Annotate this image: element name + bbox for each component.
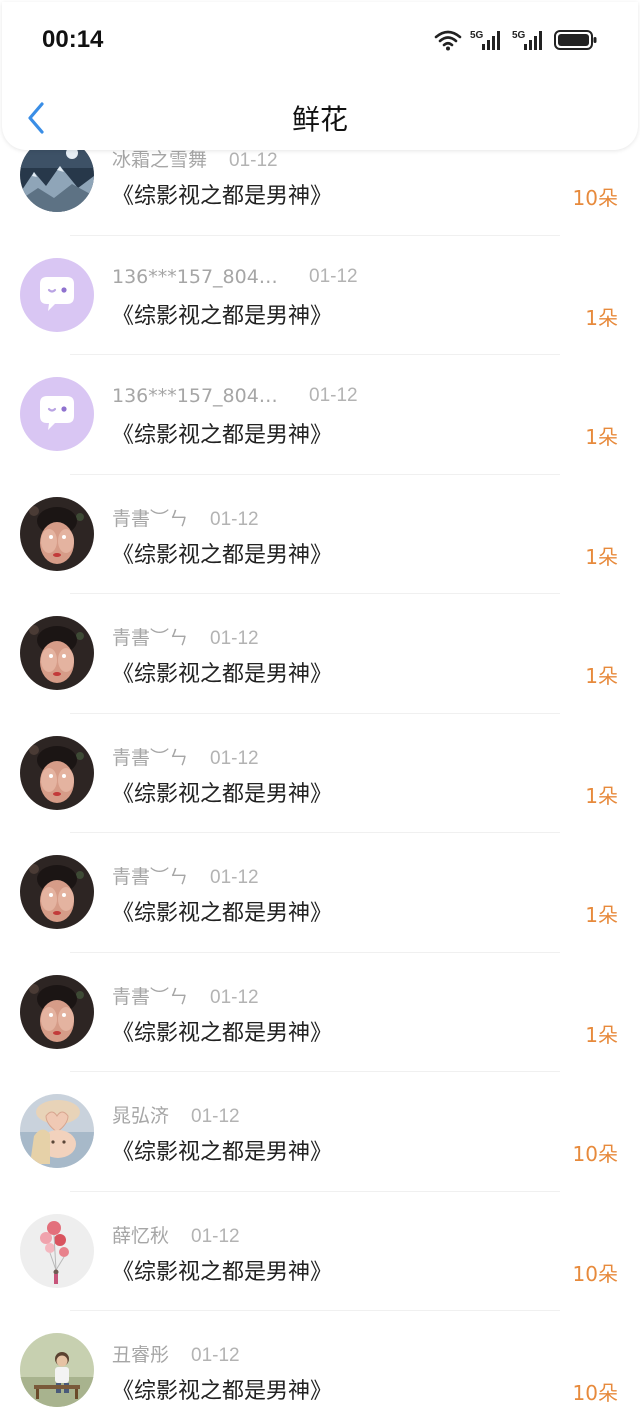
date: 01-12 [210, 867, 259, 888]
avatar[interactable] [20, 1333, 94, 1407]
username: 青書︶ㄣ [112, 985, 189, 1008]
username: 青書︶ㄣ [112, 627, 189, 649]
date: 01-12 [309, 385, 358, 406]
flower-count: 1朵 [585, 664, 618, 688]
item-meta: 青書︶ㄣ 01-12 [112, 862, 259, 889]
avatar[interactable] [20, 855, 94, 929]
date: 01-12 [210, 986, 259, 1008]
list-item[interactable]: 青書︶ㄣ 01-12 《综影视之都是男神》 1朵 [0, 953, 640, 1072]
avatar[interactable] [20, 377, 94, 451]
avatar[interactable] [20, 735, 94, 810]
item-meta: 青書︶ㄣ 01-12 [112, 623, 259, 650]
flower-count: 1朵 [585, 425, 618, 449]
book-title: 《综影视之都是男神》 [112, 662, 333, 687]
flower-gift-list[interactable]: 冰霜之雪舞 01-12 《综影视之都是男神》 10朵 136***157_8046… [0, 0, 640, 1421]
cellular-signal-icon: 5G [470, 30, 500, 50]
default-chat-avatar [20, 257, 94, 332]
balloons-avatar [20, 1213, 94, 1288]
list-item[interactable]: 136***157_8046... 01-12 《综影视之都是男神》 1朵 [0, 236, 640, 355]
date: 01-12 [210, 628, 259, 649]
list-item[interactable]: 136***157_8046... 01-12 《综影视之都是男神》 1朵 [0, 355, 640, 475]
book-title: 《综影视之都是男神》 [112, 1379, 333, 1404]
girl-covering-face-avatar [20, 496, 94, 571]
app-header: 00:14 5G 5G 鲜花 [2, 2, 638, 150]
flower-count: 1朵 [585, 544, 618, 569]
book-title: 《综影视之都是男神》 [112, 303, 333, 329]
page-title: 鲜花 [291, 103, 348, 136]
girl-covering-face-avatar [20, 735, 94, 810]
item-meta: 青書︶ㄣ 01-12 [112, 982, 259, 1009]
book-title: 《综影视之都是男神》 [112, 781, 333, 807]
flower-count: 1朵 [585, 903, 618, 927]
list-item[interactable]: 青書︶ㄣ 01-12 《综影视之都是男神》 1朵 [0, 833, 640, 953]
date: 01-12 [210, 508, 259, 530]
date: 01-12 [191, 1106, 240, 1127]
flower-count: 10朵 [572, 1142, 618, 1166]
status-time: 00:14 [42, 26, 104, 53]
flower-count: 1朵 [585, 783, 618, 808]
date: 01-12 [191, 1345, 240, 1366]
item-meta: 晁弘济 01-12 [112, 1101, 240, 1128]
list-item[interactable]: 青書︶ㄣ 01-12 《综影视之都是男神》 1朵 [0, 475, 640, 594]
item-meta: 136***157_8046... 01-12 [112, 384, 358, 407]
boy-on-bench-avatar [20, 1333, 94, 1407]
status-icons: 5G 5G [434, 26, 598, 54]
item-meta: 青書︶ㄣ 01-12 [112, 504, 259, 531]
list-item[interactable]: 青書︶ㄣ 01-12 《综影视之都是男神》 1朵 [0, 714, 640, 833]
list-item[interactable]: 丑睿彤 01-12 《综影视之都是男神》 10朵 [0, 1311, 640, 1421]
book-title: 《综影视之都是男神》 [112, 1259, 333, 1285]
avatar[interactable] [20, 1094, 94, 1168]
username: 青書︶ㄣ [112, 746, 189, 769]
flower-count: 10朵 [572, 1261, 618, 1286]
book-title: 《综影视之都是男神》 [112, 901, 333, 926]
date: 01-12 [210, 747, 259, 769]
username: 薛忆秋 [112, 1224, 170, 1247]
item-meta: 青書︶ㄣ 01-12 [112, 743, 259, 770]
book-title: 《综影视之都是男神》 [112, 542, 333, 568]
list-item[interactable]: 青書︶ㄣ 01-12 《综影视之都是男神》 1朵 [0, 594, 640, 714]
date: 01-12 [229, 150, 278, 171]
girl-covering-face-avatar [20, 855, 94, 929]
avatar[interactable] [20, 974, 94, 1049]
cellular-signal-icon: 5G [512, 30, 542, 50]
flower-count: 10朵 [572, 186, 618, 210]
avatar[interactable] [20, 1213, 94, 1288]
date: 01-12 [309, 265, 358, 287]
book-title: 《综影视之都是男神》 [112, 1020, 333, 1046]
item-meta: 136***157_8046... 01-12 [112, 265, 358, 288]
username: 青書︶ㄣ [112, 507, 189, 530]
username: 晁弘济 [112, 1105, 170, 1127]
list-item[interactable]: 晁弘济 01-12 《综影视之都是男神》 10朵 [0, 1072, 640, 1192]
item-meta: 薛忆秋 01-12 [112, 1221, 240, 1248]
list-item[interactable]: 薛忆秋 01-12 《综影视之都是男神》 10朵 [0, 1192, 640, 1311]
username: 136***157_8046... [112, 385, 287, 407]
heart-hands-avatar [20, 1094, 94, 1168]
item-meta: 丑睿彤 01-12 [112, 1340, 240, 1367]
girl-covering-face-avatar [20, 974, 94, 1049]
username: 136***157_8046... [112, 265, 287, 288]
username: 青書︶ㄣ [112, 866, 189, 888]
signal-label: 5G [512, 30, 526, 41]
default-chat-avatar [20, 377, 94, 451]
avatar[interactable] [20, 257, 94, 332]
girl-covering-face-avatar [20, 616, 94, 690]
book-title: 《综影视之都是男神》 [112, 184, 333, 209]
avatar[interactable] [20, 616, 94, 690]
date: 01-12 [191, 1225, 240, 1247]
battery-icon [554, 30, 597, 50]
avatar[interactable] [20, 496, 94, 571]
book-title: 《综影视之都是男神》 [112, 423, 333, 448]
signal-label: 5G [470, 30, 484, 41]
username: 丑睿彤 [112, 1344, 170, 1366]
flower-count: 1朵 [585, 305, 618, 330]
flower-count: 1朵 [585, 1022, 618, 1047]
wifi-icon [434, 30, 462, 51]
flower-count: 10朵 [572, 1381, 618, 1405]
book-title: 《综影视之都是男神》 [112, 1140, 333, 1165]
